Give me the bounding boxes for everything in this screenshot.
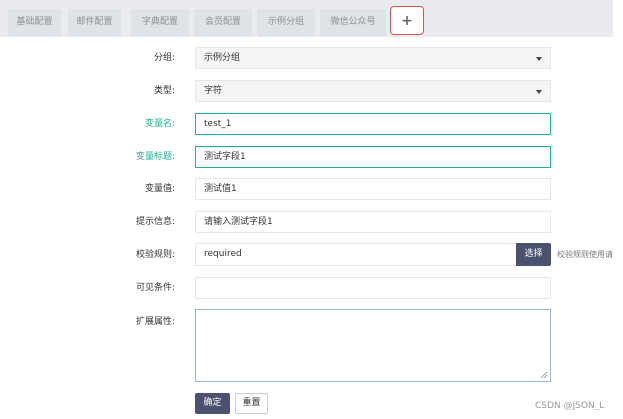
visible-label: 可见条件: [135, 283, 175, 293]
tab-mail-config[interactable]: 邮件配置 [68, 9, 121, 36]
tab-basic-config[interactable]: 基础配置 [8, 9, 61, 36]
confirm-button[interactable]: 确定 [195, 393, 230, 414]
var-name-input[interactable]: test_1 [195, 113, 551, 135]
add-tab-button[interactable]: + [390, 6, 424, 35]
var-value-label: 变量值: [144, 184, 175, 194]
tab-bar: 基础配置 邮件配置 字典配置 会员配置 示例分组 微信公众号 + [0, 0, 613, 37]
tip-label: 提示信息: [135, 217, 175, 227]
chevron-down-icon [536, 57, 542, 61]
tab-example-group[interactable]: 示例分组 [257, 9, 315, 36]
group-select[interactable]: 示例分组 [195, 47, 551, 69]
chevron-down-icon [536, 90, 542, 94]
watermark: CSDN @JSON_L [535, 401, 605, 411]
tab-member-config[interactable]: 会员配置 [194, 9, 252, 36]
var-title-input[interactable]: 测试字段1 [195, 146, 551, 168]
type-label: 类型: [153, 86, 175, 96]
type-select[interactable]: 字符 [195, 80, 551, 102]
rule-input[interactable]: required [195, 243, 517, 266]
tip-input[interactable]: 请输入测试字段1 [195, 211, 551, 233]
reset-button[interactable]: 重置 [235, 393, 268, 414]
tab-dict-config[interactable]: 字典配置 [131, 9, 189, 36]
extend-label: 扩展属性: [135, 317, 175, 327]
var-name-label: 变量名: [144, 119, 175, 129]
extend-textarea[interactable] [195, 309, 551, 382]
type-select-value: 字符 [204, 86, 223, 96]
group-label: 分组: [153, 53, 175, 63]
visible-input[interactable] [195, 277, 551, 299]
resize-grip-icon[interactable] [540, 371, 548, 379]
choose-rule-button[interactable]: 选择 [516, 243, 551, 266]
group-select-value: 示例分组 [204, 53, 241, 63]
rule-label: 校验规则: [135, 250, 175, 260]
var-title-label: 变量标题: [135, 152, 175, 162]
rule-hint: 校验规则使用请 [557, 250, 613, 259]
tab-wechat[interactable]: 微信公众号 [320, 9, 386, 36]
var-value-input[interactable]: 测试值1 [195, 178, 551, 200]
